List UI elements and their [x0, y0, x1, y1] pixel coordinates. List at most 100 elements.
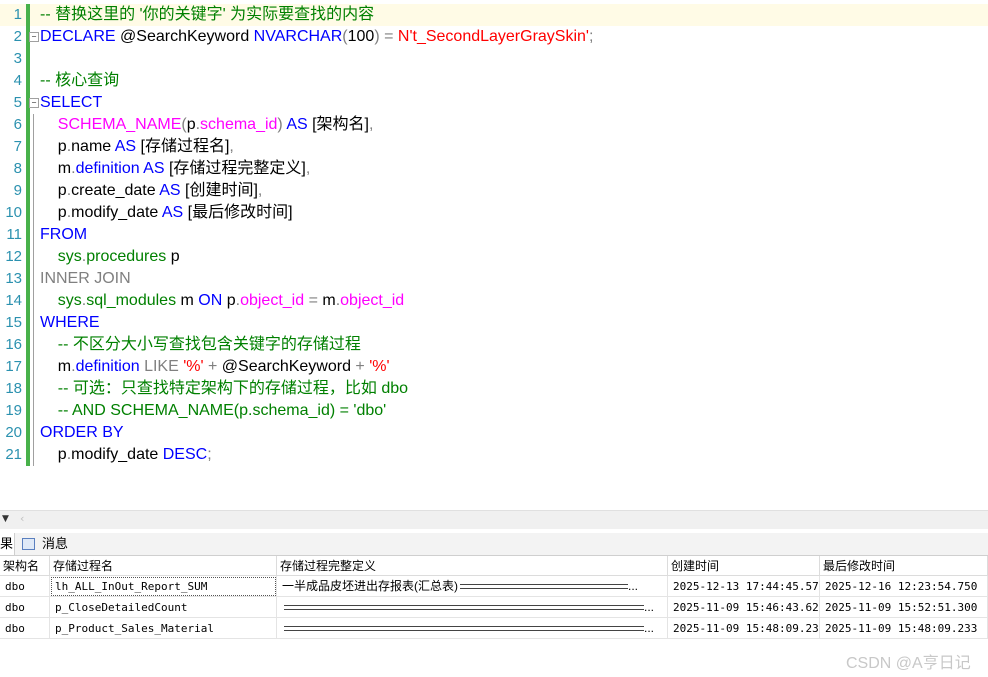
column-header[interactable]: 最后修改时间 — [820, 556, 988, 576]
change-marker — [26, 400, 30, 422]
code-line[interactable]: 6 SCHEMA_NAME(p.schema_id) AS [架构名], — [0, 114, 988, 136]
tab-messages[interactable]: 消息 — [20, 533, 76, 555]
code-text: p.name AS [存储过程名], — [40, 136, 234, 158]
code-token: p — [40, 204, 67, 221]
change-marker — [26, 422, 30, 444]
code-token: NVARCHAR — [253, 28, 343, 45]
code-line[interactable]: 11 FROM — [0, 224, 988, 246]
code-line[interactable]: 19 -- AND SCHEMA_NAME(p.schema_id) = 'db… — [0, 400, 988, 422]
code-token: m — [40, 160, 72, 177]
code-line[interactable]: 5− SELECT — [0, 92, 988, 114]
code-token: = — [308, 292, 318, 309]
code-line[interactable]: 4 -- 核心查询 — [0, 70, 988, 92]
grid-cell[interactable]: lh_ALL_InOut_Report_SUM — [50, 576, 277, 597]
code-token: p — [40, 182, 67, 199]
truncated-text-bar — [460, 584, 628, 590]
collapse-icon[interactable]: − — [29, 32, 39, 42]
column-header[interactable]: 存储过程名 — [50, 556, 277, 576]
line-number: 10 — [5, 204, 22, 221]
code-token: [存储过程名] — [136, 138, 230, 155]
grid-cell[interactable]: 一半成品皮坯进出存报表(汇总表)... — [277, 576, 668, 597]
fold-guide — [33, 180, 34, 202]
code-line[interactable]: 7 p.name AS [存储过程名], — [0, 136, 988, 158]
code-text: ORDER BY — [40, 422, 124, 444]
code-token: -- AND SCHEMA_NAME(p.schema_id) = 'dbo' — [57, 402, 387, 419]
change-marker — [26, 378, 30, 400]
code-text: -- 替换这里的 '你的关键字' 为实际要查找的内容 — [40, 4, 374, 26]
column-header[interactable]: 架构名 — [0, 556, 50, 576]
code-token: p — [40, 138, 67, 155]
grid-cell[interactable]: dbo — [0, 597, 50, 618]
grid-cell[interactable]: 2025-11-09 15:46:43.627 — [668, 597, 820, 618]
grid-cell[interactable]: 2025-12-13 17:44:45.573 — [668, 576, 820, 597]
code-token: object_id — [240, 292, 305, 309]
line-number: 7 — [13, 138, 22, 155]
code-line[interactable]: 9 p.create_date AS [创建时间], — [0, 180, 988, 202]
code-line[interactable]: 21 p.modify_date DESC; — [0, 444, 988, 466]
chevron-down-icon[interactable]: ▼ — [2, 514, 9, 524]
line-number: 17 — [5, 358, 22, 375]
tab-results[interactable]: 果 — [0, 533, 15, 555]
watermark: CSDN @A亨日记 — [846, 655, 971, 672]
horizontal-scrollbar[interactable]: ▼ ‹ — [0, 510, 988, 529]
scroll-left-icon[interactable]: ‹ — [20, 512, 24, 525]
code-text: -- AND SCHEMA_NAME(p.schema_id) = 'dbo' — [40, 400, 386, 422]
results-tab-strip: 果 消息 — [0, 533, 988, 556]
grid-cell[interactable]: 2025-11-09 15:52:51.300 — [820, 597, 988, 618]
code-token: SCHEMA_NAME — [57, 116, 182, 133]
fold-guide — [33, 268, 34, 290]
code-line[interactable]: 18 -- 可选：只查找特定架构下的存储过程，比如 dbo — [0, 378, 988, 400]
grid-cell[interactable]: 2025-11-09 15:48:09.233 — [668, 618, 820, 639]
code-line[interactable]: 16 -- 不区分大小写查找包含关键字的存储过程 — [0, 334, 988, 356]
grid-cell[interactable]: dbo — [0, 618, 50, 639]
fold-guide — [33, 422, 34, 444]
code-line[interactable]: 8 m.definition AS [存储过程完整定义], — [0, 158, 988, 180]
grid-cell[interactable]: ... — [277, 597, 668, 618]
change-marker — [26, 334, 30, 356]
code-token: ON — [198, 292, 223, 309]
column-header[interactable]: 创建时间 — [668, 556, 820, 576]
code-token: DECLARE — [40, 28, 116, 45]
code-line[interactable]: 1 -- 替换这里的 '你的关键字' 为实际要查找的内容 — [0, 4, 988, 26]
code-token: , — [229, 138, 234, 155]
change-marker — [26, 48, 30, 70]
code-token: N't_SecondLayerGraySkin' — [397, 28, 589, 45]
grid-cell[interactable]: p_Product_Sales_Material — [50, 618, 277, 639]
code-token: -- 可选：只查找特定架构下的存储过程，比如 dbo — [57, 380, 409, 397]
line-number: 20 — [5, 424, 22, 441]
tab-results-label: 果 — [0, 536, 14, 551]
fold-guide — [33, 158, 34, 180]
code-line[interactable]: 14 sys.sql_modules m ON p.object_id = m.… — [0, 290, 988, 312]
collapse-icon[interactable]: − — [29, 98, 39, 108]
line-number: 6 — [13, 116, 22, 133]
grid-cell[interactable]: dbo — [0, 576, 50, 597]
column-header[interactable]: 存储过程完整定义 — [277, 556, 668, 576]
code-line[interactable]: 12 sys.procedures p — [0, 246, 988, 268]
line-number: 12 — [5, 248, 22, 265]
change-marker — [26, 202, 30, 224]
code-line[interactable]: 13 INNER JOIN — [0, 268, 988, 290]
truncated-text-bar — [284, 605, 644, 611]
grid-cell[interactable]: p_CloseDetailedCount — [50, 597, 277, 618]
code-line[interactable]: 15 WHERE — [0, 312, 988, 334]
line-number: 8 — [13, 160, 22, 177]
grid-cell[interactable]: ... — [277, 618, 668, 639]
line-number: 15 — [5, 314, 22, 331]
line-number: 4 — [13, 72, 22, 89]
code-line[interactable]: 3 — [0, 48, 988, 70]
code-line[interactable]: 10 p.modify_date AS [最后修改时间] — [0, 202, 988, 224]
change-marker — [26, 290, 30, 312]
line-number: 19 — [5, 402, 22, 419]
grid-cell[interactable]: 2025-12-16 12:23:54.750 — [820, 576, 988, 597]
code-text: FROM — [40, 224, 87, 246]
change-marker — [26, 70, 30, 92]
code-line[interactable]: 17 m.definition LIKE '%' + @SearchKeywor… — [0, 356, 988, 378]
code-token: AS — [143, 160, 165, 177]
fold-guide — [33, 136, 34, 158]
sql-editor[interactable]: 1 -- 替换这里的 '你的关键字' 为实际要查找的内容 2− DECLARE @Se… — [0, 0, 988, 470]
code-token: AS — [161, 204, 184, 221]
code-line[interactable]: 20 ORDER BY — [0, 422, 988, 444]
code-token: -- 替换这里的 '你的关键字' 为实际要查找的内容 — [40, 6, 375, 23]
code-line[interactable]: 2− DECLARE @SearchKeyword NVARCHAR(100) =… — [0, 26, 988, 48]
grid-cell[interactable]: 2025-11-09 15:48:09.233 — [820, 618, 988, 639]
